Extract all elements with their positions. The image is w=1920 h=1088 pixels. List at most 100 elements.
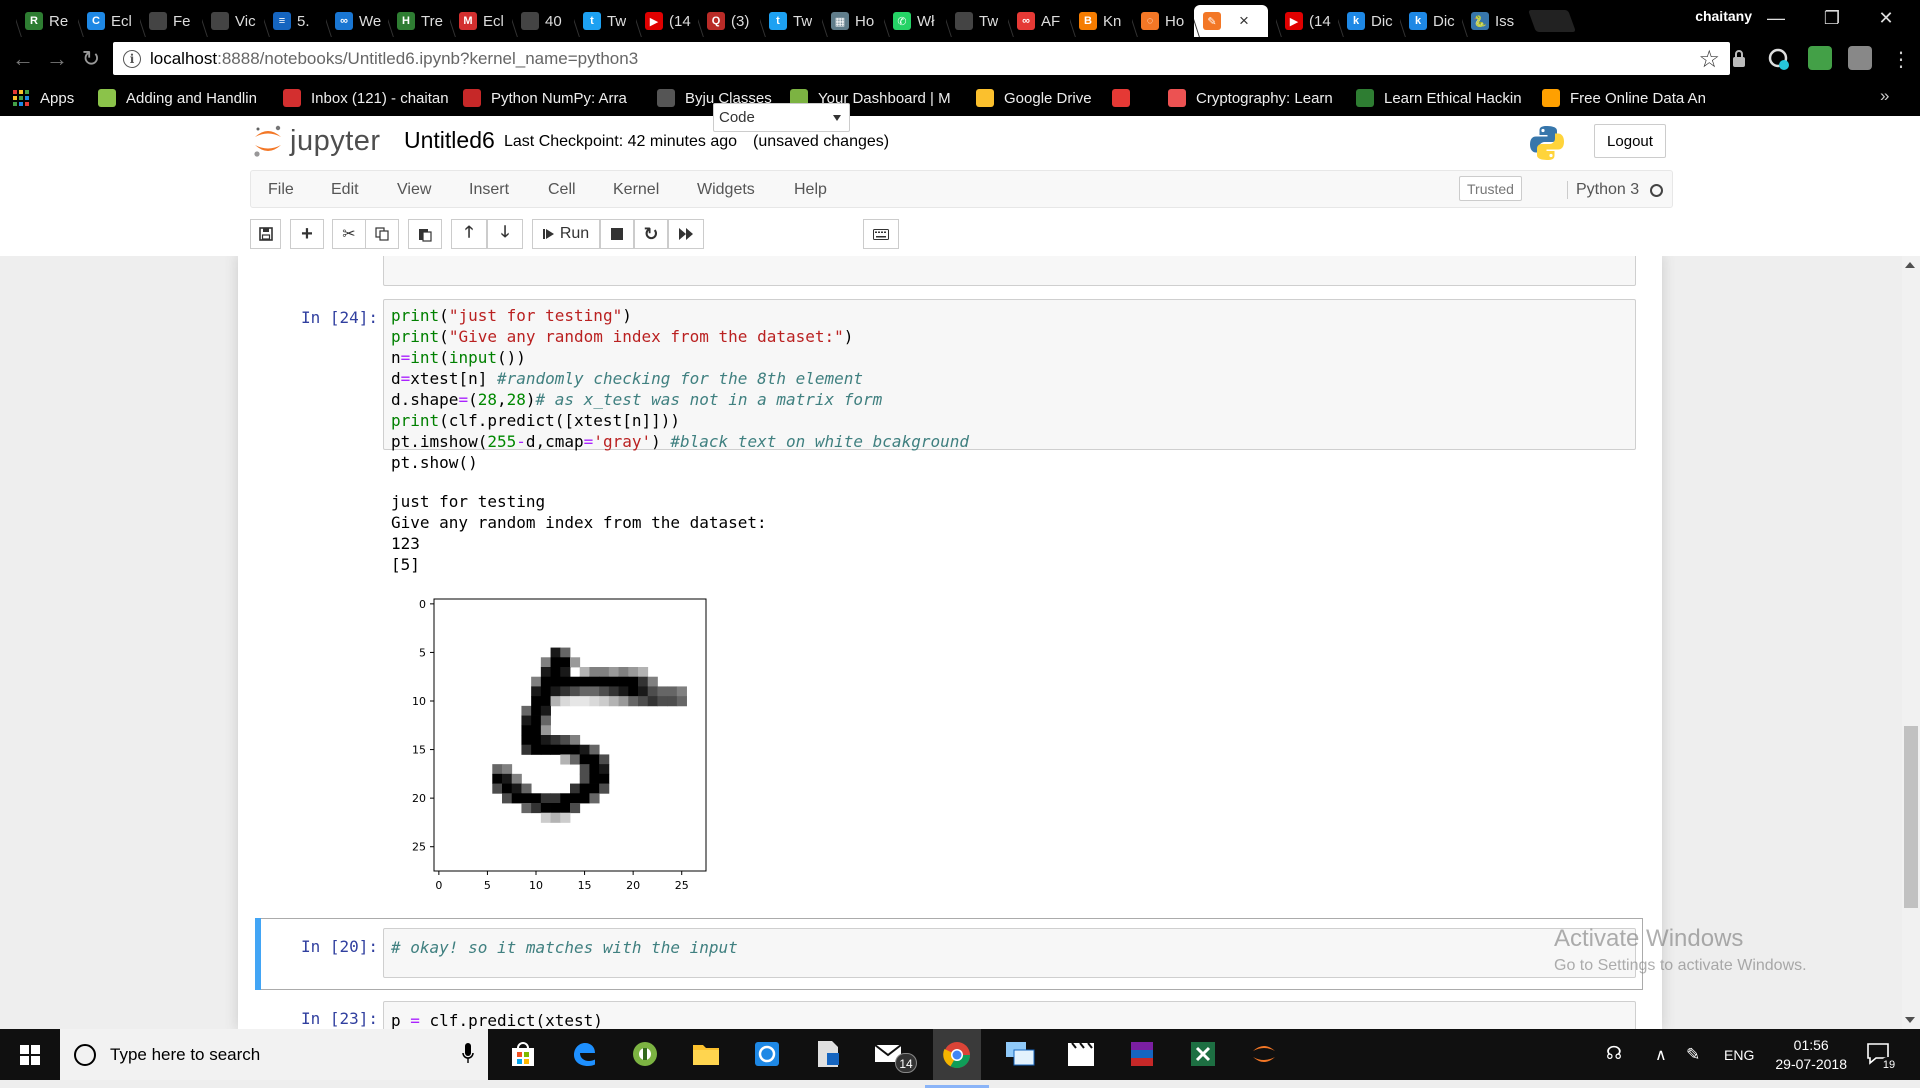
bookmark-item[interactable]: [1112, 87, 1152, 109]
profile-name[interactable]: chaitany: [1695, 8, 1752, 24]
browser-tab[interactable]: t Tw: [760, 5, 816, 37]
logout-button[interactable]: Logout: [1594, 124, 1666, 158]
browser-tab[interactable]: Q (3): [698, 5, 754, 37]
system-clock[interactable]: 01:56 29-07-2018: [1775, 1036, 1847, 1074]
extension-lock-icon[interactable]: [1728, 48, 1752, 72]
code-cell-input[interactable]: p = clf.predict(xtest): [383, 1001, 1636, 1029]
scroll-down-arrow[interactable]: [1905, 1017, 1915, 1023]
cell-type-select[interactable]: Code: [713, 103, 850, 132]
keyboard-icon[interactable]: [863, 219, 899, 249]
jupyter-taskbar-icon[interactable]: [1247, 1037, 1281, 1071]
browser-tab[interactable]: B Kn: [1070, 5, 1126, 37]
move-down-icon[interactable]: 🡓: [487, 219, 523, 249]
browser-tab[interactable]: M Ecl: [450, 5, 506, 37]
forward-arrow-icon[interactable]: →: [44, 46, 70, 72]
browser-tab[interactable]: ∞ We: [326, 5, 382, 37]
bookmark-item[interactable]: Apps: [12, 87, 92, 109]
browser-tab[interactable]: ∞ AF: [1008, 5, 1064, 37]
bookmark-item[interactable]: Google Drive: [976, 87, 1106, 109]
winrar-icon[interactable]: [1125, 1037, 1159, 1071]
jupyter-logo[interactable]: jupyter: [252, 123, 381, 159]
bookmark-item[interactable]: Python NumPy: Arra: [463, 87, 649, 109]
extension-gray-icon[interactable]: [1848, 46, 1872, 70]
chrome-taskbar-icon[interactable]: [925, 1029, 989, 1088]
browser-tab[interactable]: ▦ Ho: [822, 5, 878, 37]
browser-tab[interactable]: H Tre: [388, 5, 444, 37]
menu-edit[interactable]: Edit: [331, 181, 359, 199]
browser-tab[interactable]: 🐍 Iss: [1462, 5, 1518, 37]
excel-icon[interactable]: [1186, 1037, 1220, 1071]
menu-kernel[interactable]: Kernel: [613, 181, 659, 199]
info-icon[interactable]: i: [123, 49, 141, 68]
trusted-indicator[interactable]: Trusted: [1459, 176, 1522, 201]
edge-icon[interactable]: [567, 1037, 601, 1071]
notebook-name[interactable]: Untitled6: [404, 127, 495, 154]
movie-maker-icon[interactable]: [1064, 1037, 1098, 1071]
interrupt-icon[interactable]: [600, 219, 634, 249]
code-cell-input[interactable]: print("just for testing") print("Give an…: [383, 299, 1636, 472]
menu-widgets[interactable]: Widgets: [697, 181, 755, 199]
browser-tab[interactable]: ✎ ×: [1194, 5, 1268, 37]
paste-icon[interactable]: [408, 219, 442, 249]
close-window-icon[interactable]: ✕: [1862, 4, 1910, 32]
minimize-icon[interactable]: —: [1752, 4, 1800, 32]
browser-tab[interactable]: Vic: [202, 5, 258, 37]
microphone-icon[interactable]: [462, 1043, 474, 1065]
bookmark-item[interactable]: Inbox (121) - chaitan: [283, 87, 455, 109]
document-app-icon[interactable]: [811, 1037, 845, 1071]
reload-icon[interactable]: ↻: [78, 46, 104, 72]
bookmark-item[interactable]: Adding and Handlin: [98, 87, 276, 109]
menu-insert[interactable]: Insert: [469, 181, 509, 199]
extension-green-icon[interactable]: [1808, 46, 1832, 70]
bookmark-star-icon[interactable]: ☆: [1698, 45, 1720, 74]
browser-tab[interactable]: k Dic: [1400, 5, 1456, 37]
browser-tab[interactable]: k Dic: [1338, 5, 1394, 37]
start-button[interactable]: [0, 1029, 60, 1080]
back-arrow-icon[interactable]: ←: [10, 46, 36, 72]
browser-tab[interactable]: ◌ Ho: [1132, 5, 1188, 37]
browser-tab[interactable]: Tw: [946, 5, 1002, 37]
bookmark-item[interactable]: Free Online Data An: [1542, 87, 1712, 109]
browser-tab[interactable]: C Ecl: [78, 5, 134, 37]
restart-icon[interactable]: ↻: [634, 219, 668, 249]
people-icon[interactable]: ☊: [1606, 1043, 1622, 1064]
restore-icon[interactable]: ❐: [1808, 4, 1856, 32]
remote-desktop-icon[interactable]: [1003, 1037, 1037, 1071]
tab-close-icon[interactable]: ×: [1239, 11, 1249, 31]
menu-file[interactable]: File: [268, 181, 294, 199]
browser-tab[interactable]: 40: [512, 5, 568, 37]
browser-tab[interactable]: ▶ (14: [636, 5, 692, 37]
save-icon[interactable]: [250, 219, 281, 249]
menu-cell[interactable]: Cell: [548, 181, 576, 199]
insert-cell-icon[interactable]: +: [290, 219, 324, 249]
extension-refresh-icon[interactable]: [1766, 46, 1790, 70]
previous-cell-input[interactable]: [383, 256, 1636, 286]
sync-app-icon[interactable]: [750, 1037, 784, 1071]
pen-workspace-icon[interactable]: ✎: [1686, 1045, 1700, 1065]
bookmark-item[interactable]: Learn Ethical Hackin: [1356, 87, 1536, 109]
file-explorer-icon[interactable]: [689, 1037, 723, 1071]
android-studio-icon[interactable]: [628, 1037, 662, 1071]
scrollbar-track[interactable]: [1902, 256, 1920, 1029]
browser-tab[interactable]: ≡ 5.: [264, 5, 320, 37]
address-bar[interactable]: i localhost:8888/notebooks/Untitled6.ipy…: [113, 42, 1730, 75]
browser-tab[interactable]: ▶ (14: [1276, 5, 1332, 37]
show-hidden-icons-chevron[interactable]: ∧: [1655, 1045, 1667, 1065]
scroll-up-arrow[interactable]: [1905, 262, 1915, 268]
more-bookmarks-icon[interactable]: »: [1880, 86, 1889, 106]
run-button[interactable]: Run: [532, 219, 600, 249]
store-icon[interactable]: [506, 1037, 540, 1071]
copy-icon[interactable]: [365, 219, 399, 249]
move-up-icon[interactable]: 🡑: [451, 219, 487, 249]
menu-view[interactable]: View: [397, 181, 431, 199]
browser-tab[interactable]: t Tw: [574, 5, 630, 37]
cut-icon[interactable]: ✂: [332, 219, 366, 249]
chrome-menu-icon[interactable]: ⋮: [1888, 46, 1914, 72]
browser-tab[interactable]: ✆ Wł: [884, 5, 940, 37]
restart-run-all-icon[interactable]: [668, 219, 704, 249]
new-tab-button[interactable]: [1527, 10, 1577, 32]
scrollbar-thumb[interactable]: [1904, 726, 1918, 908]
menu-help[interactable]: Help: [794, 181, 827, 199]
language-indicator[interactable]: ENG: [1724, 1047, 1754, 1063]
code-cell-input[interactable]: # okay! so it matches with the input: [383, 928, 1636, 978]
